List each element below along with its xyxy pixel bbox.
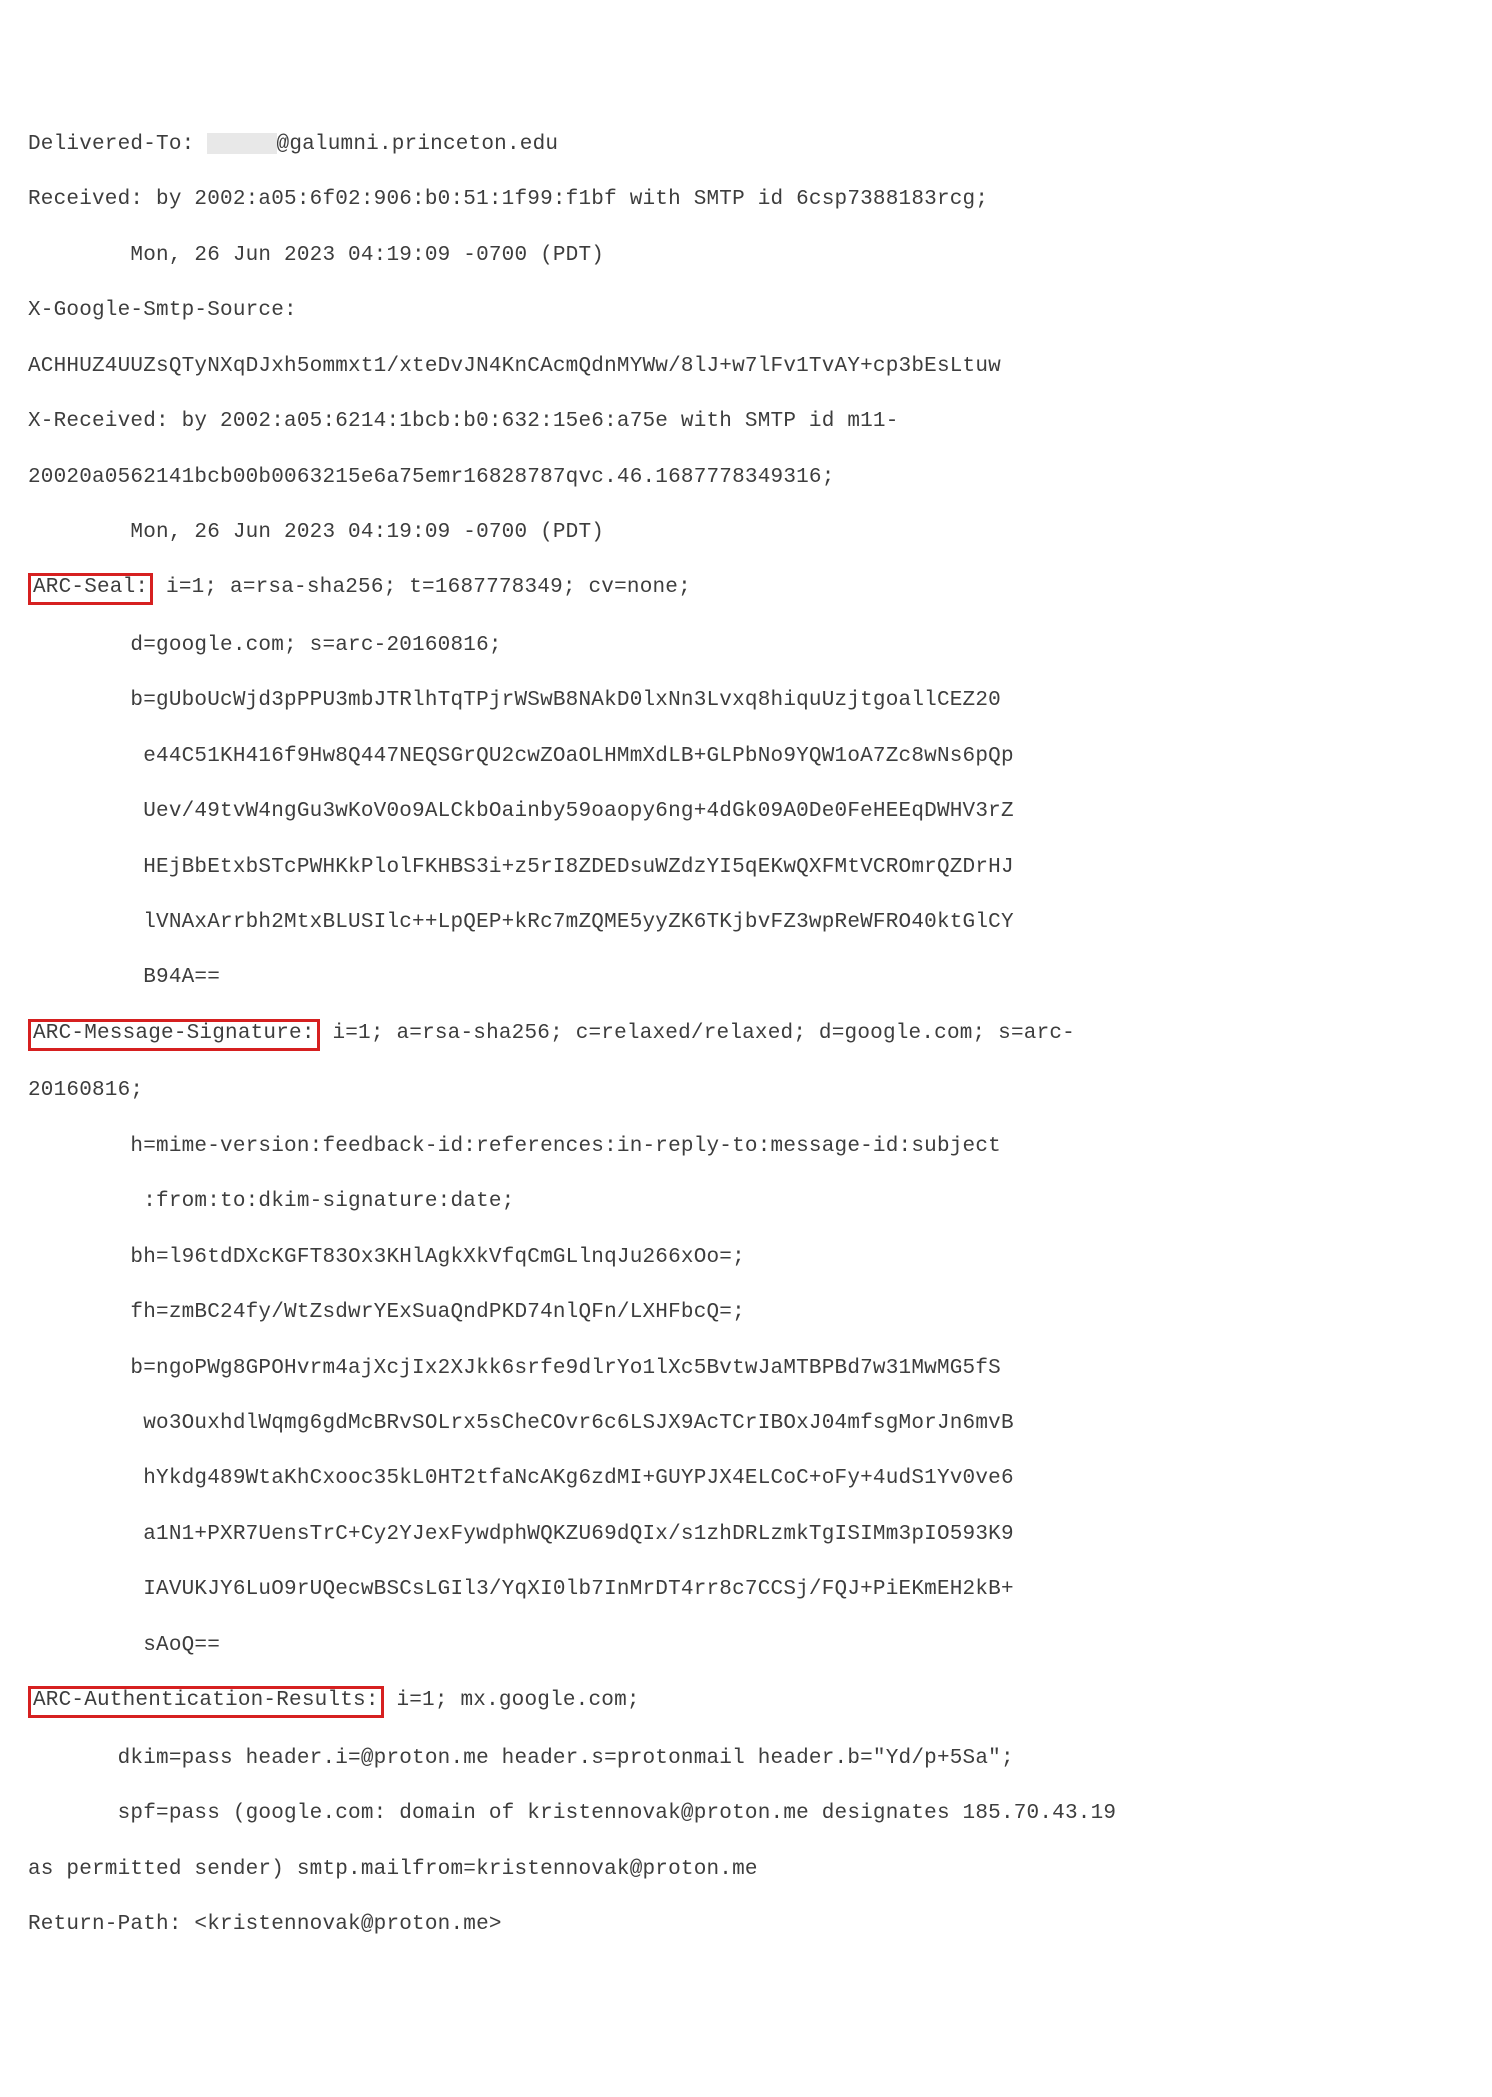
header-x-google-smtp-source-label: X-Google-Smtp-Source: xyxy=(28,297,1464,325)
arc-seal-b3: Uev/49tvW4ngGu3wKoV0o9ALCkbOainby59oaopy… xyxy=(28,798,1464,826)
arc-msg-sig-b5: IAVUKJY6LuO9rUQecwBSCsLGIl3/YqXI0lb7InMr… xyxy=(28,1576,1464,1604)
header-x-received-date: Mon, 26 Jun 2023 04:19:09 -0700 (PDT) xyxy=(28,519,1464,547)
arc-msg-sig-b4: a1N1+PXR7UensTrC+Cy2YJexFywdphWQKZU69dQI… xyxy=(28,1521,1464,1549)
header-x-received-1: X-Received: by 2002:a05:6214:1bcb:b0:632… xyxy=(28,408,1464,436)
arc-msg-sig-fh: fh=zmBC24fy/WtZsdwrYExSuaQndPKD74nlQFn/L… xyxy=(28,1299,1464,1327)
domain-delivered-to: @galumni.princeton.edu xyxy=(277,133,559,156)
header-x-google-smtp-source-value: ACHHUZ4UUZsQTyNXqDJxh5ommxt1/xteDvJN4KnC… xyxy=(28,353,1464,381)
header-arc-seal-line: ARC-Seal: i=1; a=rsa-sha256; t=168777834… xyxy=(28,574,1464,604)
arc-msg-sig-bh: bh=l96tdDXcKGFT83Ox3KHlAgkXkVfqCmGLlnqJu… xyxy=(28,1244,1464,1272)
redacted-local-part xyxy=(207,133,276,154)
arc-auth-spf-1: spf=pass (google.com: domain of kristenn… xyxy=(28,1800,1464,1828)
arc-msg-sig-h1: h=mime-version:feedback-id:references:in… xyxy=(28,1133,1464,1161)
arc-msg-sig-b3: hYkdg489WtaKhCxooc35kL0HT2tfaNcAKg6zdMI+… xyxy=(28,1465,1464,1493)
arc-seal-b1: b=gUboUcWjd3pPPU3mbJTRlhTqTPjrWSwB8NAkD0… xyxy=(28,687,1464,715)
arc-seal-b6: B94A== xyxy=(28,964,1464,992)
arc-seal-d: d=google.com; s=arc-20160816; xyxy=(28,632,1464,660)
arc-message-signature-value: i=1; a=rsa-sha256; c=relaxed/relaxed; d=… xyxy=(320,1022,1075,1045)
arc-msg-sig-cont: 20160816; xyxy=(28,1077,1464,1105)
header-x-received-2: 20020a0562141bcb00b0063215e6a75emr168287… xyxy=(28,464,1464,492)
header-return-path: Return-Path: <kristennovak@proton.me> xyxy=(28,1911,1464,1939)
arc-msg-sig-b1: b=ngoPWg8GPOHvrm4ajXcjIx2XJkk6srfe9dlrYo… xyxy=(28,1355,1464,1383)
arc-auth-dkim: dkim=pass header.i=@proton.me header.s=p… xyxy=(28,1745,1464,1773)
header-received: Received: by 2002:a05:6f02:906:b0:51:1f9… xyxy=(28,186,1464,214)
arc-auth-results-value: i=1; mx.google.com; xyxy=(384,1689,640,1712)
arc-seal-b5: lVNAxArrbh2MtxBLUSIlc++LpQEP+kRc7mZQME5y… xyxy=(28,909,1464,937)
highlight-arc-seal: ARC-Seal: xyxy=(28,573,153,605)
arc-auth-spf-2: as permitted sender) smtp.mailfrom=krist… xyxy=(28,1856,1464,1884)
arc-seal-value: i=1; a=rsa-sha256; t=1687778349; cv=none… xyxy=(153,576,691,599)
highlight-arc-message-signature: ARC-Message-Signature: xyxy=(28,1019,320,1051)
header-arc-message-signature-line: ARC-Message-Signature: i=1; a=rsa-sha256… xyxy=(28,1020,1464,1050)
arc-seal-b4: HEjBbEtxbSTcPWHKkPlolFKHBS3i+z5rI8ZDEDsu… xyxy=(28,854,1464,882)
highlight-arc-authentication-results: ARC-Authentication-Results: xyxy=(28,1686,384,1718)
arc-seal-b2: e44C51KH416f9Hw8Q447NEQSGrQU2cwZOaOLHMmX… xyxy=(28,743,1464,771)
header-received-date: Mon, 26 Jun 2023 04:19:09 -0700 (PDT) xyxy=(28,242,1464,270)
arc-msg-sig-b6: sAoQ== xyxy=(28,1632,1464,1660)
arc-msg-sig-b2: wo3OuxhdlWqmg6gdMcBRvSOLrx5sCheCOvr6c6LS… xyxy=(28,1410,1464,1438)
header-arc-auth-results-line: ARC-Authentication-Results: i=1; mx.goog… xyxy=(28,1687,1464,1717)
header-delivered-to: Delivered-To: @galumni.princeton.edu xyxy=(28,131,1464,159)
label-delivered-to: Delivered-To: xyxy=(28,133,207,156)
arc-msg-sig-h2: :from:to:dkim-signature:date; xyxy=(28,1188,1464,1216)
